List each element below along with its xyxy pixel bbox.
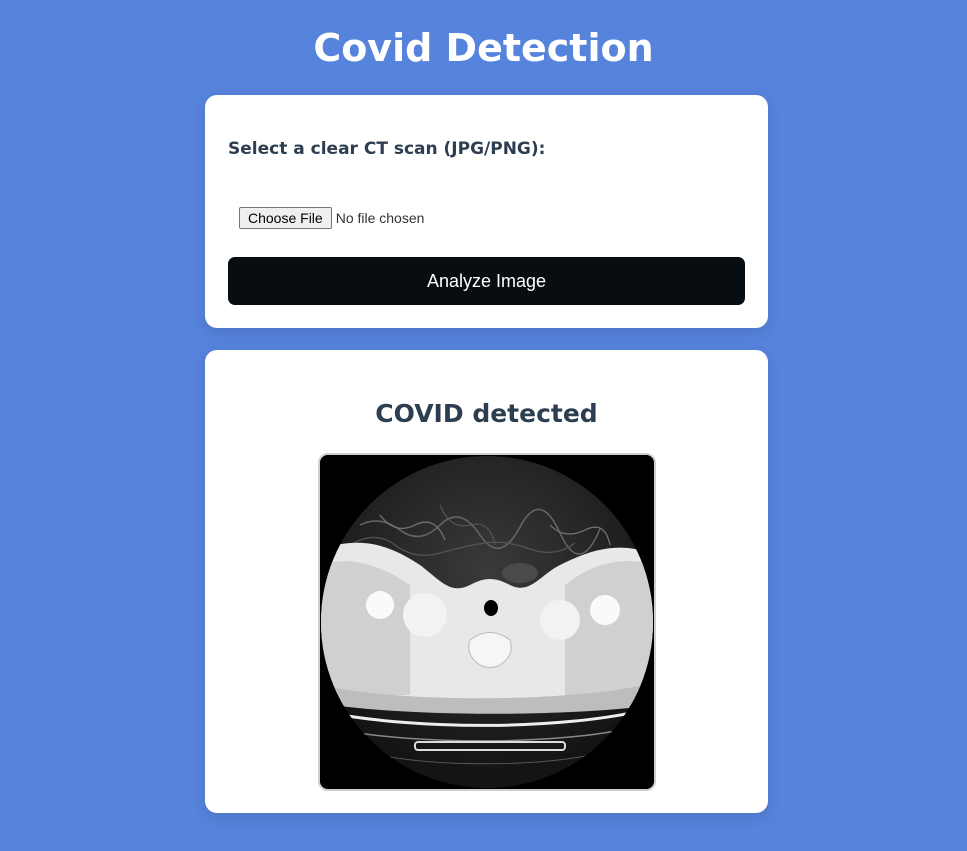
choose-file-button[interactable]: Choose File xyxy=(239,207,332,229)
page-title: Covid Detection xyxy=(313,26,654,70)
ct-scan-graphic xyxy=(320,455,654,789)
result-heading: COVID detected xyxy=(375,399,598,428)
ct-scan-image xyxy=(318,453,656,791)
file-input[interactable]: Choose File No file chosen xyxy=(239,207,424,229)
analyze-image-button[interactable]: Analyze Image xyxy=(228,257,745,305)
upload-card: Select a clear CT scan (JPG/PNG): Choose… xyxy=(205,95,768,328)
file-status-text: No file chosen xyxy=(335,210,425,226)
result-card: COVID detected xyxy=(205,350,768,813)
upload-label: Select a clear CT scan (JPG/PNG): xyxy=(228,139,546,159)
